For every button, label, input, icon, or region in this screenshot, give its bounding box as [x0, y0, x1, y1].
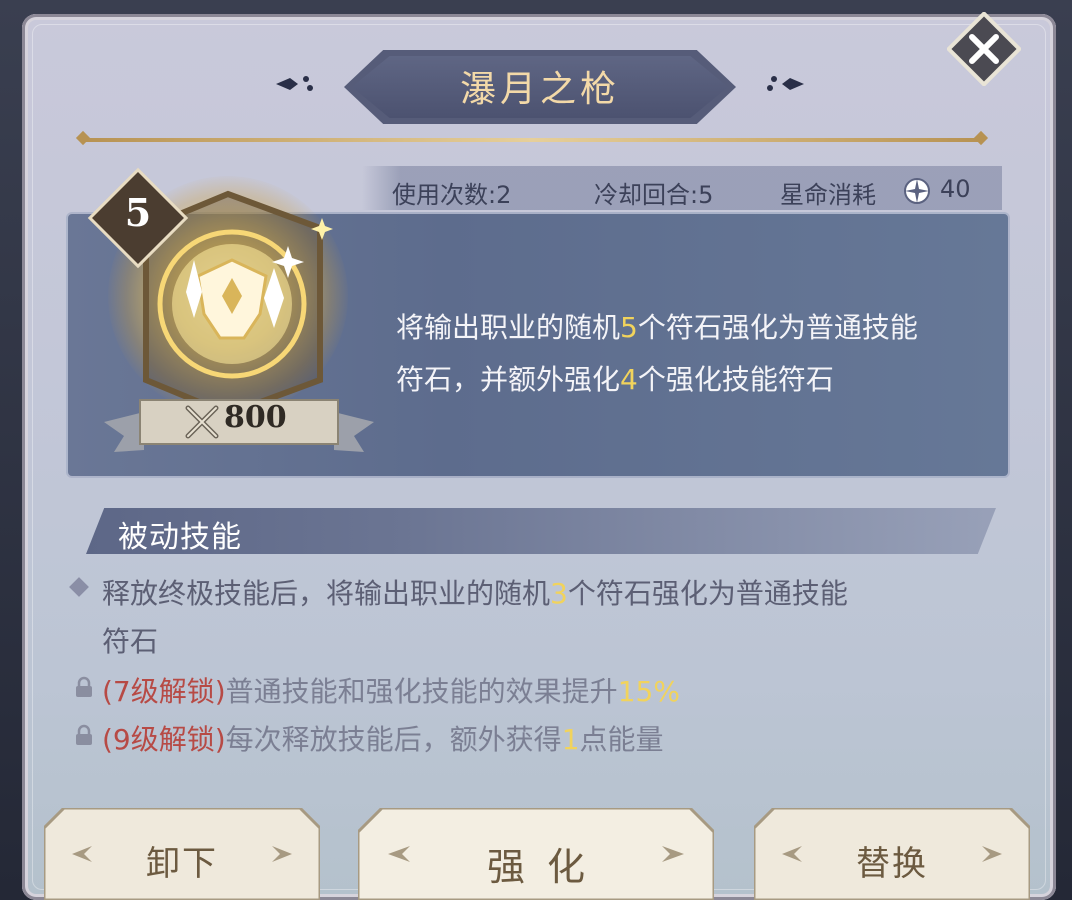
lock-icon [74, 676, 94, 698]
lock-icon [74, 724, 94, 746]
passive-line-cont: 符石 [102, 625, 159, 658]
passive-text: 个符石强化为普通技能 [567, 577, 848, 610]
desc-text: 个符石强化为普通技能 [637, 311, 918, 344]
skill-description: 将输出职业的随机5个符石强化为普通技能 符石，并额外强化4个强化技能符石 [396, 302, 996, 406]
desc-value: 4 [620, 363, 638, 396]
unlock-text: 每次释放技能后，额外获得 [225, 723, 562, 756]
unlock-value: 15% [617, 675, 680, 708]
cost-value: 40 [940, 175, 971, 203]
close-x-icon [945, 10, 1023, 88]
desc-text: 符石，并额外强化 [396, 363, 621, 396]
unlock-text: 普通技能和强化技能的效果提升 [225, 675, 618, 708]
passive-line: 释放终极技能后，将输出职业的随机3个符石强化为普通技能 [102, 572, 848, 612]
passive-value: 3 [550, 577, 568, 610]
passive-text: 释放终极技能后，将输出职业的随机 [102, 577, 551, 610]
unlock-line-lv9: (9级解锁)每次释放技能后，额外获得1点能量 [102, 718, 664, 758]
passive-header: 被动技能 [118, 520, 242, 555]
unequip-label: 卸下 [146, 844, 218, 884]
desc-text: 个强化技能符石 [637, 363, 834, 396]
unlock-tag: (7级解锁) [102, 675, 226, 708]
title-ornament-right [764, 72, 804, 96]
unlock-line-lv7: (7级解锁)普通技能和强化技能的效果提升15% [102, 670, 680, 710]
uses-count: 使用次数:2 [392, 181, 512, 209]
desc-value: 5 [620, 311, 638, 344]
close-button[interactable] [945, 10, 1023, 88]
unlock-value: 1 [561, 723, 580, 756]
crossed-swords-icon [184, 404, 220, 440]
replace-button[interactable]: 替换 [754, 808, 1030, 900]
enhance-label: 强化 [486, 845, 607, 889]
title-divider [82, 138, 982, 142]
unlock-tag: (9级解锁) [102, 723, 226, 756]
unequip-button[interactable]: 卸下 [44, 808, 320, 900]
title-ornament-left [276, 72, 316, 96]
power-cost: 800 [224, 400, 287, 435]
desc-text: 将输出职业的随机 [396, 311, 621, 344]
unlock-text: 点能量 [579, 723, 664, 756]
star-compass-icon [902, 176, 932, 206]
enhance-button[interactable]: 强化 [358, 808, 714, 900]
cost-label: 星命消耗 [780, 181, 876, 209]
replace-label: 替换 [856, 844, 928, 884]
dialog-title: 瀑月之枪 [459, 69, 620, 110]
skill-level: 5 [124, 190, 152, 235]
cooldown-rounds: 冷却回合:5 [594, 181, 714, 209]
